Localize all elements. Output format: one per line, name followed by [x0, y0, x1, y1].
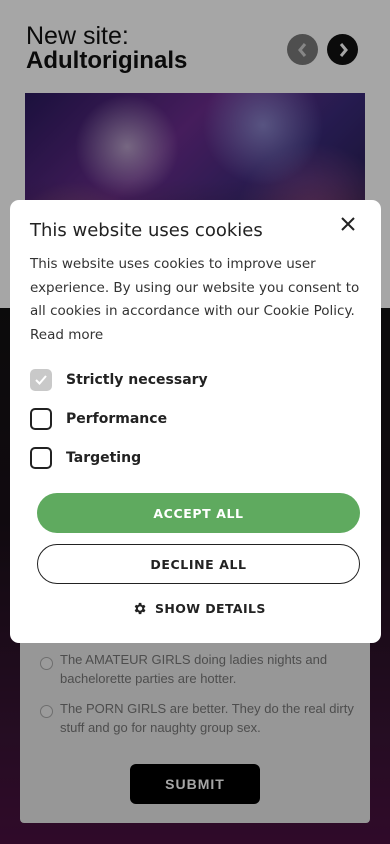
decline-all-button[interactable]: DECLINE ALL — [37, 544, 360, 584]
cookie-consent-modal: This website uses cookies This website u… — [10, 200, 381, 643]
close-icon — [341, 217, 355, 231]
gear-icon — [132, 601, 147, 616]
modal-title: This website uses cookies — [30, 220, 263, 241]
read-more-link[interactable]: Read more — [30, 327, 103, 343]
accept-all-button[interactable]: ACCEPT ALL — [37, 493, 360, 533]
option-label: Strictly necessary — [66, 371, 208, 388]
option-strictly-necessary: Strictly necessary — [30, 367, 208, 392]
strictly-necessary-checkbox — [30, 368, 52, 391]
option-label: Performance — [66, 410, 168, 427]
option-targeting[interactable]: Targeting — [30, 445, 141, 470]
show-details-label: SHOW DETAILS — [155, 600, 266, 616]
targeting-checkbox[interactable] — [30, 446, 52, 469]
checkmark-icon — [35, 374, 47, 385]
option-label: Targeting — [66, 449, 142, 466]
description-text: This website uses cookies to improve use… — [30, 256, 360, 319]
show-details-button[interactable]: SHOW DETAILS — [132, 598, 266, 618]
close-button[interactable] — [336, 212, 360, 236]
modal-description: This website uses cookies to improve use… — [30, 253, 360, 347]
performance-checkbox[interactable] — [30, 407, 52, 430]
option-performance[interactable]: Performance — [30, 406, 167, 431]
